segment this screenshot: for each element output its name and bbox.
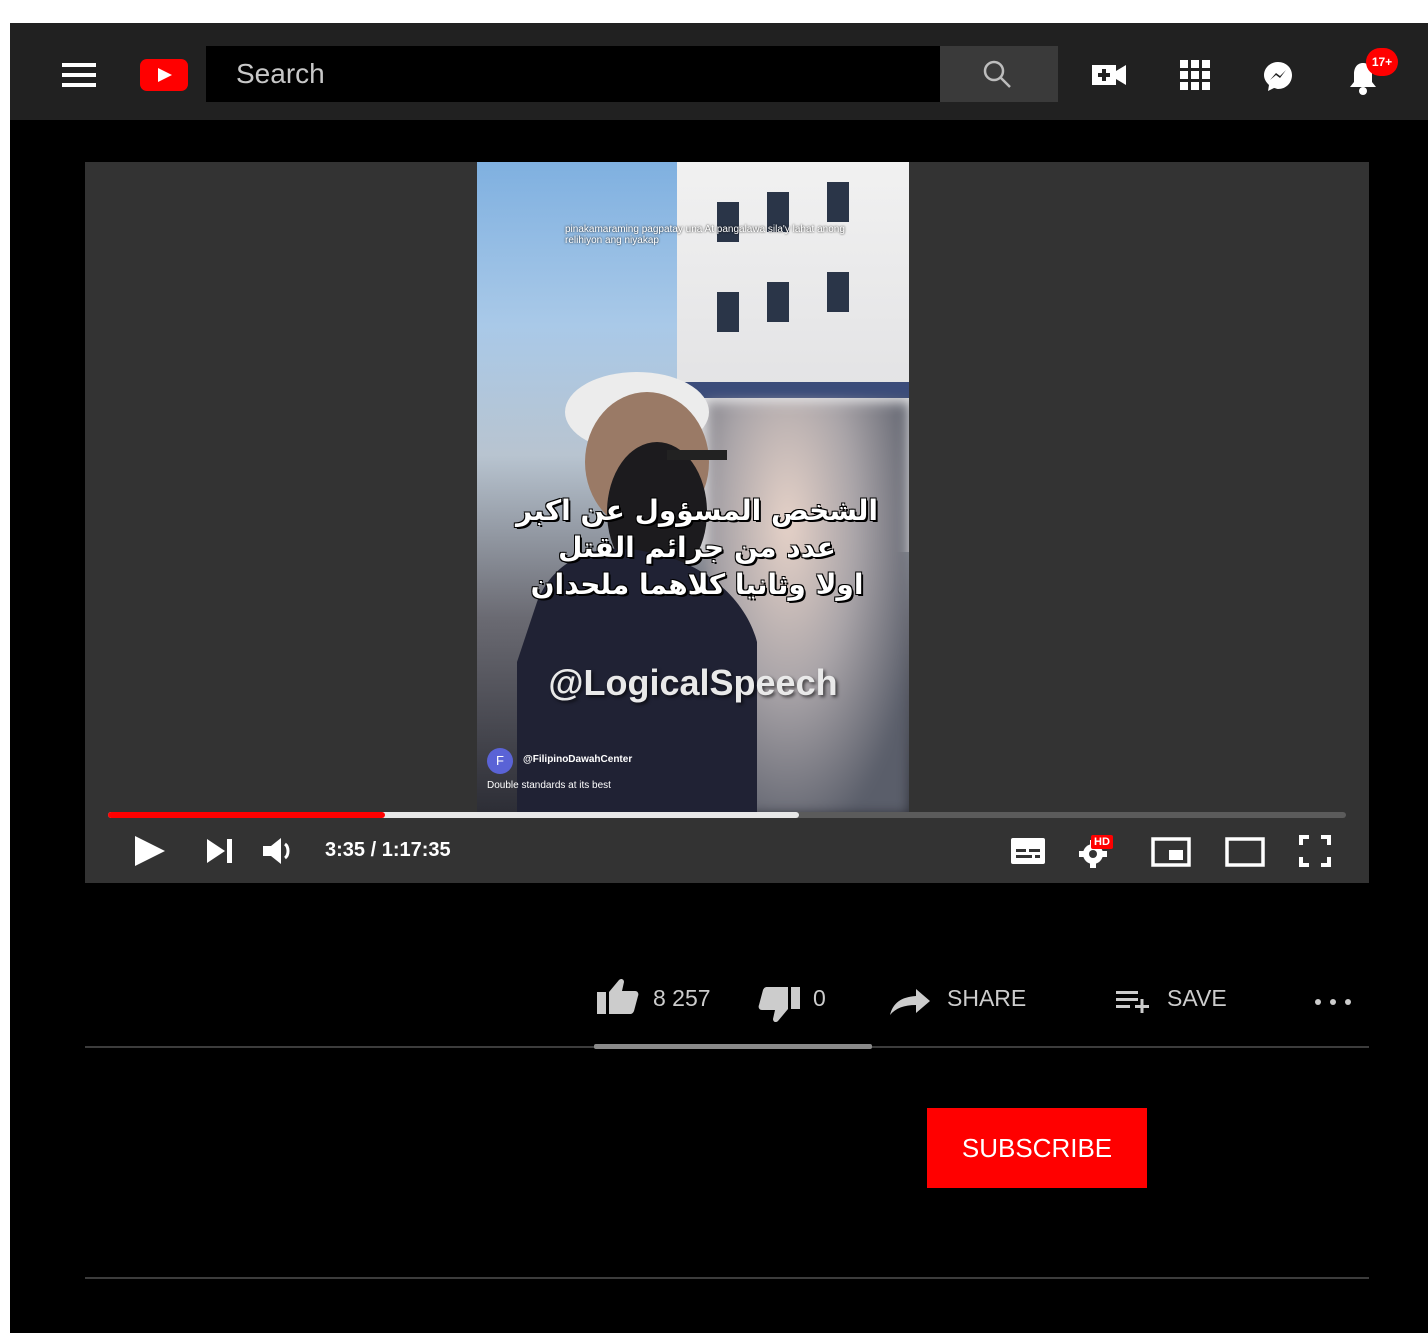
thumbs-down-icon[interactable] (758, 987, 800, 1023)
more-dots-icon[interactable] (1314, 998, 1352, 1006)
top-bar: 17+ (10, 23, 1428, 120)
thumbs-up-icon[interactable] (597, 978, 639, 1014)
like-count[interactable]: 8 257 (653, 985, 711, 1012)
share-button[interactable]: SHARE (947, 985, 1026, 1012)
progress-played (108, 812, 385, 818)
video-watermark: @LogicalSpeech (548, 662, 838, 703)
channel-divider (85, 1277, 1369, 1279)
arabic-line: الشخص المسؤول عن اكبر (516, 494, 878, 527)
save-button[interactable]: SAVE (1167, 985, 1227, 1012)
video-channel-avatar: F (487, 748, 513, 774)
video-overlay-caption: pinakamaraming pagpatay una At pangalawa… (565, 224, 845, 246)
next-icon[interactable] (207, 838, 233, 864)
dislike-count[interactable]: 0 (813, 985, 826, 1012)
subscribe-button[interactable]: SUBSCRIBE (927, 1108, 1147, 1188)
notification-count-badge: 17+ (1366, 48, 1398, 76)
subtitles-icon[interactable] (1011, 838, 1045, 864)
youtube-app: 17+ pinakamaraming pagpatay una At p (10, 23, 1428, 1333)
youtube-logo-icon[interactable] (140, 59, 188, 91)
play-icon[interactable] (133, 834, 167, 868)
video-arabic-text: الشخص المسؤول عن اكبر عدد من جرائم القتل… (497, 492, 897, 603)
arabic-line: اولا وثانيا كلاهما ملحدان (530, 568, 864, 601)
miniplayer-icon[interactable] (1151, 837, 1191, 867)
time-display: 3:35 / 1:17:35 (325, 839, 451, 861)
video-actions: 8 257 0 SHARE SAVE (10, 973, 1428, 1033)
video-channel-handle: @FilipinoDawahCenter (523, 754, 633, 765)
menu-icon[interactable] (62, 63, 96, 87)
progress-bar[interactable] (108, 812, 1346, 818)
search-icon (983, 60, 1011, 88)
volume-icon[interactable] (263, 836, 295, 866)
like-dislike-sentiment-bar (594, 1044, 872, 1049)
messages-icon[interactable] (1262, 60, 1294, 92)
save-playlist-icon[interactable] (1116, 989, 1150, 1013)
theater-mode-icon[interactable] (1225, 837, 1265, 867)
fullscreen-icon[interactable] (1299, 835, 1331, 867)
arabic-line: عدد من جرائم القتل (558, 531, 836, 564)
search-button[interactable] (940, 46, 1058, 102)
video-player[interactable]: pinakamaraming pagpatay una At pangalawa… (85, 162, 1369, 883)
hd-badge: HD (1091, 835, 1113, 849)
video-frame[interactable]: pinakamaraming pagpatay una At pangalawa… (477, 162, 909, 814)
share-arrow-icon[interactable] (890, 989, 930, 1015)
search-input[interactable] (206, 46, 940, 102)
apps-grid-icon[interactable] (1180, 60, 1210, 90)
video-description: Double standards at its best (487, 780, 611, 791)
create-video-icon[interactable] (1092, 63, 1126, 87)
